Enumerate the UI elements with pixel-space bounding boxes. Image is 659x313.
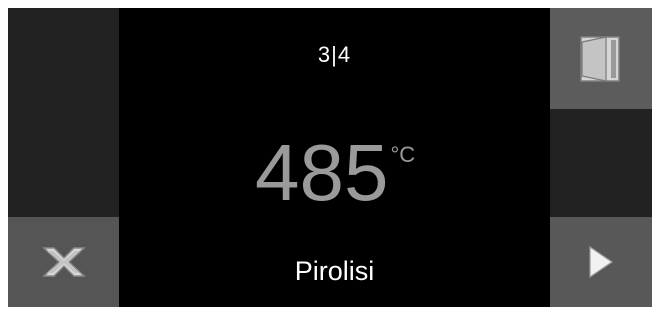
door-icon [580,35,620,82]
close-x-icon [41,247,86,277]
temperature-value: 485 [255,128,389,217]
main-display-area: 3|4 485°C Pirolisi [119,8,550,307]
temperature-readout: 485°C [255,128,415,218]
left-blank-panel [8,8,119,217]
cancel-button[interactable] [8,217,119,307]
door-button[interactable] [550,8,652,109]
program-step-indicator: 3|4 [317,42,352,67]
play-arrow-icon [589,245,614,279]
right-blank-panel [550,109,652,217]
next-button[interactable] [550,217,652,307]
temperature-unit: °C [390,142,416,167]
program-name: Pirolisi [294,256,375,286]
